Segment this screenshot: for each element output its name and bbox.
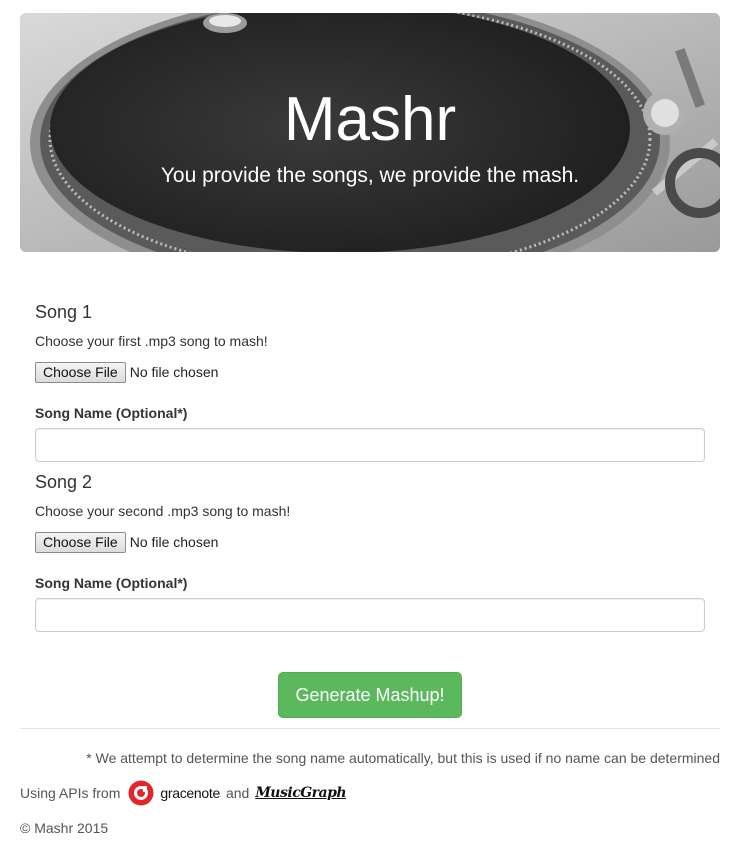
song2-choose-file-button[interactable]: Choose File bbox=[35, 531, 126, 553]
and-text: and bbox=[225, 785, 250, 801]
song2-help-text: Choose your second .mp3 song to mash! bbox=[35, 503, 291, 519]
tagline: You provide the songs, we provide the ma… bbox=[160, 164, 580, 187]
gracenote-link[interactable]: gracenote bbox=[160, 785, 220, 801]
song1-choose-file-button[interactable]: Choose File bbox=[35, 361, 126, 383]
footer-divider bbox=[20, 728, 720, 729]
hero-banner: Mashr You provide the songs, we provide … bbox=[20, 13, 720, 252]
song1-name-label: Song Name (Optional*) bbox=[35, 405, 188, 421]
song1-file-status: No file chosen bbox=[129, 364, 219, 380]
apis-prefix: Using APIs from bbox=[20, 785, 121, 801]
copyright: © Mashr 2015 bbox=[20, 820, 109, 836]
generate-mashup-button[interactable]: Generate Mashup! bbox=[278, 672, 462, 718]
song2-name-input[interactable] bbox=[35, 598, 705, 632]
song2-file-input[interactable]: Choose File No file chosen bbox=[35, 531, 218, 553]
gracenote-logo-icon[interactable] bbox=[128, 780, 154, 806]
footnote: * We attempt to determine the song name … bbox=[86, 750, 720, 766]
page-title: Mashr bbox=[283, 85, 457, 154]
song1-help-text: Choose your first .mp3 song to mash! bbox=[35, 333, 268, 349]
song1-name-input[interactable] bbox=[35, 428, 705, 462]
song1-heading: Song 1 bbox=[35, 302, 93, 322]
musicgraph-link[interactable]: MusicGraph bbox=[255, 785, 346, 801]
song2-heading: Song 2 bbox=[35, 472, 93, 492]
song1-file-input[interactable]: Choose File No file chosen bbox=[35, 361, 218, 383]
api-credits: Using APIs from gracenote and MusicGraph bbox=[20, 779, 347, 807]
song2-file-status: No file chosen bbox=[129, 534, 219, 550]
song2-name-label: Song Name (Optional*) bbox=[35, 575, 188, 591]
